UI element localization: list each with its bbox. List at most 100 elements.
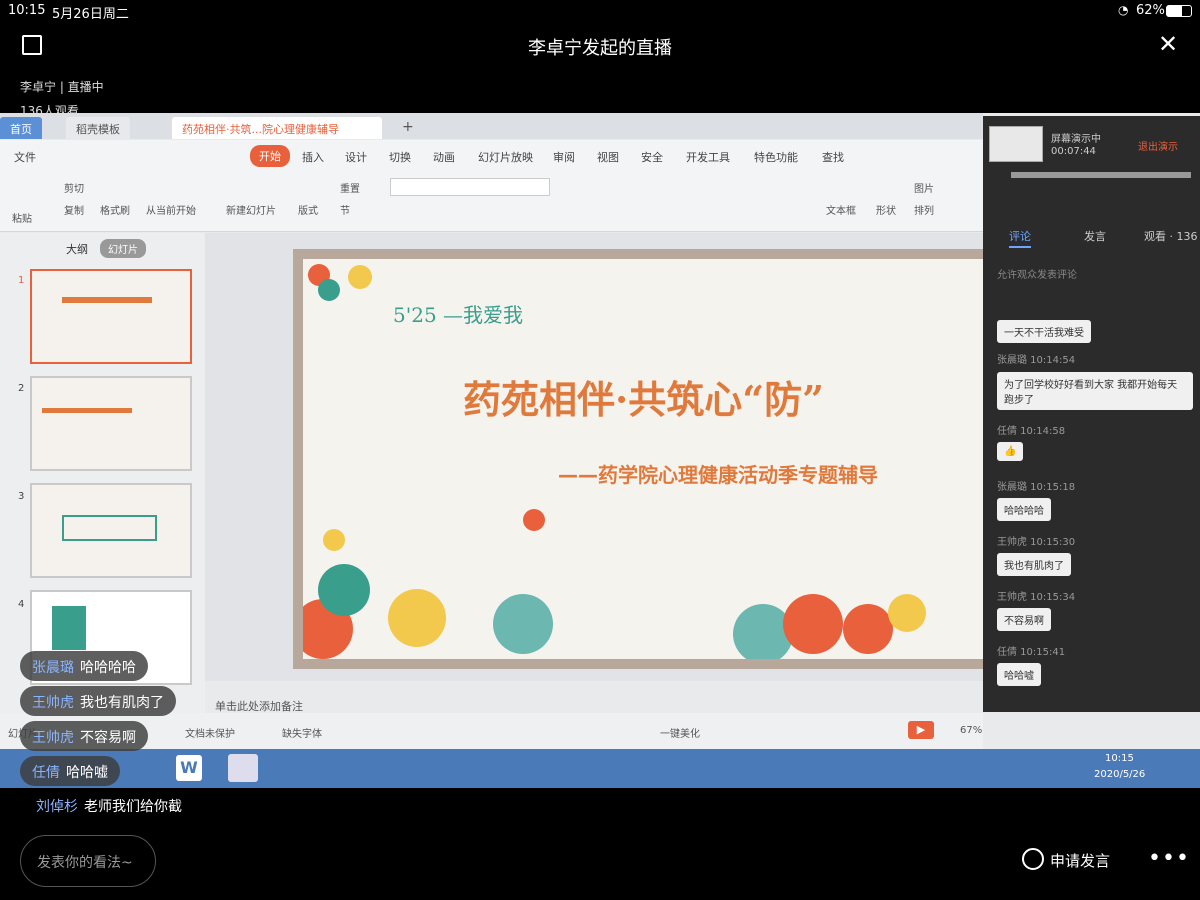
new-slide-button[interactable]: 新建幻灯片 [226,202,276,217]
screen-share-thumbnail [989,126,1043,162]
viewer-count: 136人观看 [20,104,79,118]
slide-thumbnail-2[interactable] [30,376,192,471]
zoom-level[interactable]: 67% [960,725,982,736]
slide-title: 药苑相伴·共筑心“防” [463,377,824,422]
screen-share-status: 屏幕演示中 [1051,134,1101,145]
close-icon[interactable]: ✕ [1158,30,1178,58]
decor-dot [318,564,370,616]
decor-dot [843,604,893,654]
menu-slideshow[interactable]: 幻灯片放映 [478,149,533,165]
slide-date: 5'25 —我爱我 [393,303,524,327]
speech-bubble-icon[interactable] [1022,848,1044,870]
more-options-icon[interactable]: ••• [1148,846,1190,871]
slide-number: 2 [18,383,25,394]
decor-dot [888,594,926,632]
font-select[interactable] [390,178,550,196]
comment-bubble: 我也有肌肉了 [997,553,1071,576]
paste-button[interactable]: 粘贴 [12,210,32,225]
live-comment-bubble: 王帅虎 不容易啊 [20,721,148,751]
battery-level: 62% [1136,3,1165,18]
beautify-button[interactable]: 一键美化 [660,725,700,740]
apply-speak-button[interactable]: 申请发言 [1050,850,1110,871]
decor-dot [783,594,843,654]
missing-font-status[interactable]: 缺失字体 [282,725,322,740]
slide-content[interactable]: 5'25 —我爱我 药苑相伴·共筑心“防” ——药学院心理健康活动季专题辅导 [303,259,983,659]
shape-button[interactable]: 形状 [876,202,896,217]
comment-meta: 任倩 10:14:58 [997,426,1066,437]
menu-search[interactable]: 查找 [822,149,844,165]
decor-dot [323,529,345,551]
arrange-button[interactable]: 排列 [914,202,934,217]
decor-dot [318,279,340,301]
slide-thumbnail-1[interactable] [30,269,192,364]
section-button[interactable]: 节 [340,202,350,217]
page-title: 李卓宁发起的直播 [528,38,672,59]
doc-protect-status[interactable]: 文档未保护 [185,725,235,740]
slide-frame: 5'25 —我爱我 药苑相伴·共筑心“防” ——药学院心理健康活动季专题辅导 [293,249,993,669]
exit-share-button[interactable]: 退出演示 [1138,138,1178,153]
comment-meta: 任倩 10:15:41 [997,647,1066,658]
menu-view[interactable]: 视图 [597,149,619,165]
allow-comments-option[interactable]: 允许观众发表评论 [997,266,1077,281]
copy-button[interactable]: 复制 [64,202,84,217]
latest-comment-text: 老师我们给你截 [84,799,182,815]
menu-dev-tools[interactable]: 开发工具 [686,149,730,165]
notes-field[interactable]: 单击此处添加备注 [215,698,303,714]
slide-number: 3 [18,491,25,502]
menu-security[interactable]: 安全 [641,149,663,165]
slides-tab[interactable]: 幻灯片 [100,239,146,258]
app-tabbar: 首页 稻壳模板 药苑相伴·共筑...院心理健康辅导 + [0,113,983,139]
wifi-icon: ◔ [1118,3,1129,17]
layout-button[interactable]: 版式 [298,202,318,217]
menu-design[interactable]: 设计 [345,149,367,165]
comment-bubble: 哈哈哈哈 [997,498,1051,521]
slide-number: 4 [18,599,25,610]
menu-transition[interactable]: 切换 [389,149,411,165]
new-tab-icon[interactable]: + [392,115,424,137]
menu-animation[interactable]: 动画 [433,149,455,165]
tab-viewers[interactable]: 观看 · 136 [1144,228,1198,244]
comment-bubble: 哈哈嘘 [997,663,1041,686]
menu-insert[interactable]: 插入 [302,149,324,165]
comment-meta: 王帅虎 10:15:30 [997,537,1076,548]
decor-dot [348,265,372,289]
app-window-icon[interactable] [228,754,258,782]
tab-speak[interactable]: 发言 [1084,228,1106,244]
play-icon[interactable]: ▶ [908,721,934,739]
picture-button[interactable]: 图片 [914,180,934,195]
menu-review[interactable]: 审阅 [553,149,575,165]
slide-thumbnail-panel: 大纲 幻灯片 1 2 3 4 [0,233,205,713]
tab-template[interactable]: 稻壳模板 [66,117,130,139]
decor-dot [388,589,446,647]
menu-file[interactable]: 文件 [14,149,36,165]
tab-home[interactable]: 首页 [0,117,42,139]
status-date: 5月26日周二 [52,7,129,22]
textbox-button[interactable]: 文本框 [826,202,856,217]
reset-button[interactable]: 重置 [340,180,360,195]
comment-input[interactable]: 发表你的看法~ [20,835,156,887]
cut-button[interactable]: 剪切 [64,180,84,195]
status-bar: 10:15 5月26日周二 ◔ 62% [0,0,1200,22]
format-painter-button[interactable]: 格式刷 [100,202,130,217]
shared-screen: 首页 稻壳模板 药苑相伴·共筑...院心理健康辅导 + 文件 开始 插入 设计 … [0,113,1200,788]
outline-tab[interactable]: 大纲 [66,241,88,257]
latest-comment-name: 刘倬杉 [36,799,78,815]
slide-number: 1 [18,275,25,286]
tab-indicator [1009,246,1031,248]
menu-home[interactable]: 开始 [250,145,290,167]
comment-bubble: 为了回学校好好看到大家 我都开始每天跑步了 [997,372,1193,410]
latest-comment: 刘倬杉 老师我们给你截 [36,796,182,816]
play-from-current-button[interactable]: 从当前开始 [146,202,196,217]
decor-dot [523,509,545,531]
taskbar-time: 10:15 [1105,753,1134,764]
battery-icon [1166,5,1192,17]
menu-features[interactable]: 特色功能 [754,149,798,165]
slide-thumbnail-3[interactable] [30,483,192,578]
tab-comments[interactable]: 评论 [1009,228,1031,244]
scroll-track[interactable] [1011,172,1191,178]
wps-app-icon[interactable]: W [176,755,202,781]
tab-document[interactable]: 药苑相伴·共筑...院心理健康辅导 [172,117,382,139]
comment-bubble: 不容易啊 [997,608,1051,631]
menu-bar: 文件 开始 插入 设计 切换 动画 幻灯片放映 审阅 视图 安全 开发工具 特色… [0,140,983,172]
comment-meta: 张晨璐 10:14:54 [997,355,1076,366]
